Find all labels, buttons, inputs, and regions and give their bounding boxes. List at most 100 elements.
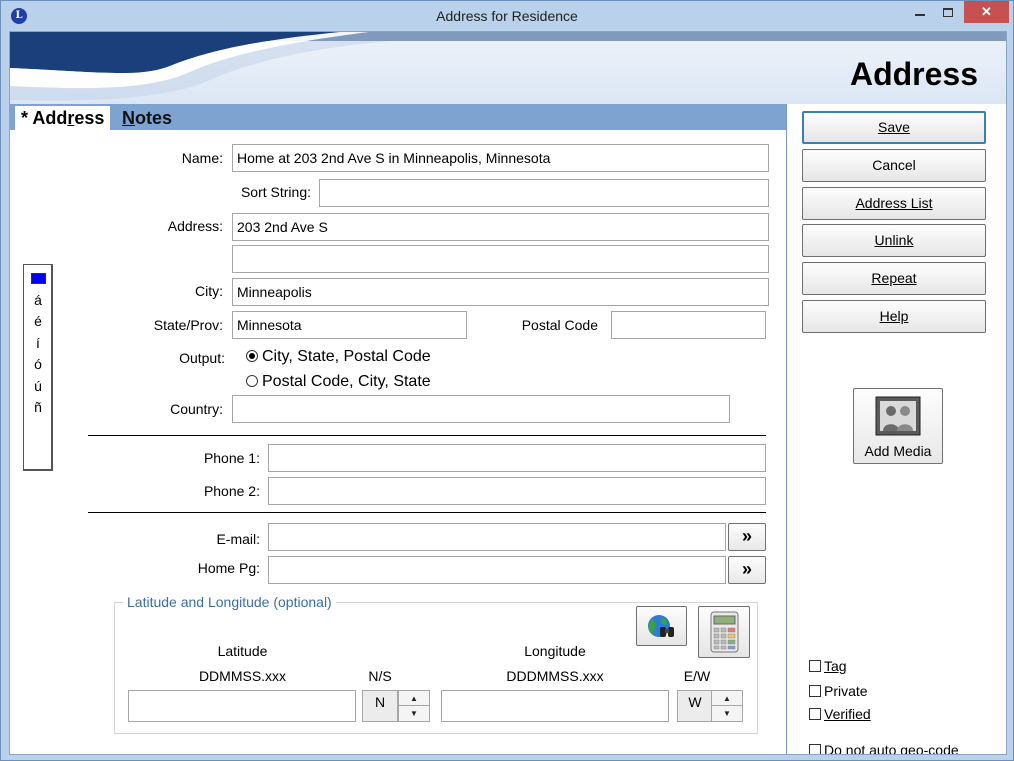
checkbox-icon [809,685,821,697]
verified-checkbox[interactable]: Verified [809,706,871,722]
homepage-label: Home Pg: [197,560,260,576]
header-banner: Address [10,32,1006,104]
address-line2-field[interactable] [232,245,769,273]
no-geocode-checkbox[interactable]: Do not auto geo-code [809,742,959,755]
globe-binoculars-icon [648,615,674,637]
sort-string-field[interactable] [319,179,769,207]
app-window: L Address for Residence ✕ Address * Addr… [0,0,1014,761]
state-label: State/Prov: [153,317,223,333]
photo-portrait-icon [875,396,921,436]
save-button[interactable]: Save [802,111,986,144]
email-label: E-mail: [216,531,260,547]
spin-down-icon[interactable]: ▼ [399,706,429,721]
private-label: Private [824,683,868,699]
latitude-label: Latitude [217,643,268,659]
accent-u-button[interactable]: ú [24,378,52,394]
accent-i-button[interactable]: í [24,335,52,351]
longitude-field[interactable] [441,690,669,722]
tab-address-label-a: Add [32,108,68,128]
accent-e-button[interactable]: é [24,313,52,329]
separator-line [88,512,766,513]
accent-n-button[interactable]: ñ [24,399,52,415]
accent-o-button[interactable]: ó [24,356,52,372]
action-panel: Save Cancel Address List Unlink Repeat H… [787,104,1006,755]
phone1-field[interactable] [268,444,766,472]
homepage-go-button[interactable]: » [728,556,766,584]
city-field[interactable]: Minneapolis [232,278,769,306]
tab-strip: * Address Notes [10,104,786,130]
calculator-icon [710,611,739,653]
latlon-group-title: Latitude and Longitude (optional) [123,594,336,610]
email-field[interactable] [268,523,726,551]
country-label: Country: [170,401,223,417]
tab-notes[interactable]: Notes [116,106,178,130]
double-chevron-right-icon: » [741,526,752,546]
coordinate-calculator-button[interactable] [698,606,750,658]
help-button[interactable]: Help [802,300,986,333]
repeat-label: Repeat [871,270,917,286]
city-label: City: [195,283,223,299]
ew-spinner[interactable]: ▲ ▼ [711,690,743,722]
state-field[interactable]: Minnesota [232,311,467,339]
longitude-format-label: DDDMMSS.xxx [506,668,604,684]
address-label: Address: [167,218,223,234]
country-field[interactable] [232,395,730,423]
address-list-button[interactable]: Address List [802,187,986,220]
ns-label: N/S [368,668,392,684]
ns-selector[interactable]: N [362,690,398,722]
output-label: Output: [179,350,225,366]
radio-unselected-icon [246,375,258,387]
output-option-label: City, State, Postal Code [262,348,431,365]
checkbox-icon [809,708,821,720]
output-option-postal-city[interactable]: Postal Code, City, State [246,373,431,391]
accent-palette: á é í ó ú ñ [23,264,53,471]
tab-notes-accel: N [122,108,135,128]
ew-label: E/W [683,668,711,684]
accent-color-swatch[interactable] [31,273,46,284]
address-line1-field[interactable]: 203 2nd Ave S [232,213,769,241]
accent-a-button[interactable]: á [24,292,52,308]
add-media-button[interactable]: Add Media [853,388,943,464]
phone2-field[interactable] [268,477,766,505]
minimize-button[interactable] [907,1,935,23]
spin-down-icon[interactable]: ▼ [712,706,742,721]
homepage-field[interactable] [268,556,726,584]
close-button[interactable]: ✕ [964,1,1009,23]
private-checkbox[interactable]: Private [809,683,868,699]
maximize-icon [943,8,953,17]
cancel-button[interactable]: Cancel [802,149,986,182]
add-media-label: Add Media [864,443,932,459]
ns-spinner[interactable]: ▲ ▼ [398,690,430,722]
output-option-label: Postal Code, City, State [262,373,431,390]
postal-code-field[interactable] [611,311,766,339]
window-title: Address for Residence [436,8,578,24]
radio-selected-icon [246,350,258,362]
name-label: Name: [181,150,223,166]
checkbox-icon [809,660,821,672]
ew-selector[interactable]: W [677,690,713,722]
repeat-button[interactable]: Repeat [802,262,986,295]
phone2-label: Phone 2: [203,483,260,499]
latitude-field[interactable] [128,690,356,722]
close-icon: ✕ [981,4,992,19]
tag-label: Tag [824,658,847,674]
title-bar[interactable]: L Address for Residence ✕ [1,1,1013,31]
map-lookup-button[interactable] [636,606,687,646]
postal-code-label: Postal Code [521,317,598,333]
minimize-icon [915,14,925,16]
tab-address[interactable]: * Address [15,106,111,130]
latitude-format-label: DDMMSS.xxx [198,668,287,684]
output-option-city-state[interactable]: City, State, Postal Code [246,348,431,366]
unlink-button[interactable]: Unlink [802,224,986,257]
tab-notes-label: otes [135,108,173,128]
spin-up-icon[interactable]: ▲ [712,691,742,706]
separator-line [88,435,766,436]
page-title: Address [849,56,978,92]
spin-up-icon[interactable]: ▲ [399,691,429,706]
email-go-button[interactable]: » [728,523,766,551]
verified-label: Verified [824,706,871,722]
no-geocode-label: Do not auto geo-code [824,742,959,755]
tag-checkbox[interactable]: Tag [809,658,847,674]
name-field[interactable]: Home at 203 2nd Ave S in Minneapolis, Mi… [232,144,769,172]
checkbox-icon [809,744,821,754]
